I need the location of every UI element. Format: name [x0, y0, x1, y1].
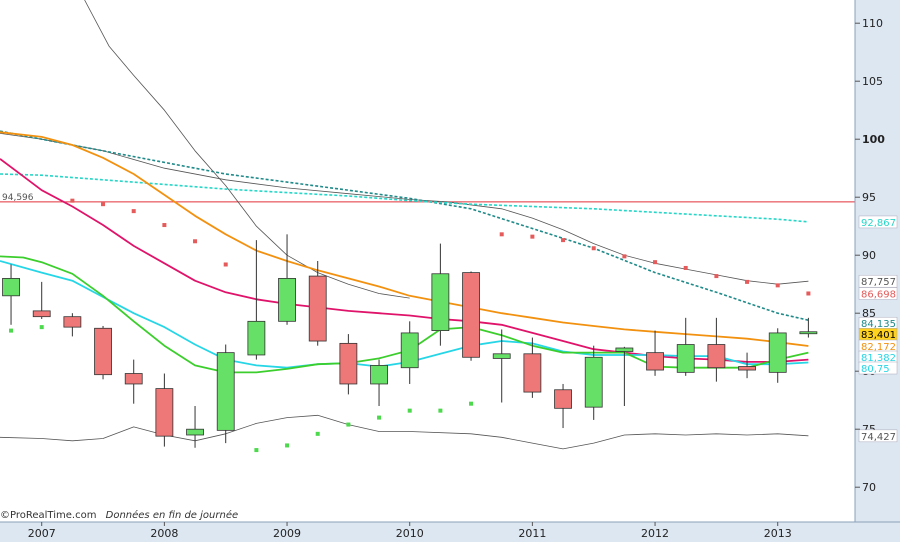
sar-point: [745, 279, 750, 284]
sar-point: [70, 198, 75, 203]
sar-point: [254, 448, 259, 453]
candle-body: [615, 347, 634, 352]
candle-body: [738, 366, 756, 371]
sar-point: [407, 408, 412, 413]
candle-body: [186, 428, 204, 436]
candle-body: [646, 352, 664, 371]
candle-body: [370, 364, 388, 385]
sar-point: [9, 328, 14, 333]
candle-body: [768, 332, 787, 373]
candle-body: [124, 373, 143, 385]
watermark-note: Données en fin de journée: [105, 510, 239, 521]
x-tick-label: 2011: [518, 527, 546, 540]
value-label: 83,401: [861, 330, 896, 341]
sar-point: [806, 291, 811, 296]
x-tick-label: 2007: [28, 527, 56, 540]
y-tick-label: 70: [862, 481, 876, 494]
candle-body: [2, 277, 20, 297]
sar-point: [346, 422, 351, 427]
candlestick-chart: 94,596 707580859095100105110 20072008200…: [0, 0, 900, 542]
sar-point: [499, 232, 504, 237]
reference-line-label: 94,596: [2, 193, 34, 203]
x-tick-label: 2012: [641, 527, 669, 540]
candle-body: [155, 388, 174, 437]
y-tick-label: 105: [862, 75, 883, 88]
x-tick-label: 2013: [764, 527, 792, 540]
candle-body: [462, 272, 480, 358]
sar-point: [315, 431, 320, 436]
chart-background: [0, 0, 900, 542]
candle-body: [278, 277, 296, 322]
candle-body: [676, 344, 695, 373]
candle-body: [400, 332, 419, 369]
sar-point: [193, 239, 198, 244]
sar-point: [561, 238, 566, 243]
candle-body: [431, 273, 450, 332]
candle-body: [247, 320, 266, 356]
candle-body: [707, 344, 726, 369]
sar-point: [591, 246, 596, 251]
y-tick-label: 100: [862, 133, 885, 146]
sar-point: [530, 234, 535, 239]
candle-body: [308, 275, 327, 342]
sar-point: [775, 283, 780, 288]
candle-body: [63, 316, 82, 328]
candle-body: [94, 327, 112, 376]
value-label: 74,427: [861, 432, 896, 443]
sar-point: [622, 254, 627, 259]
candle-body: [584, 356, 603, 408]
y-tick-label: 110: [862, 17, 883, 30]
x-tick-label: 2008: [150, 527, 178, 540]
sar-point: [653, 260, 658, 265]
x-tick-label: 2009: [273, 527, 301, 540]
sar-point: [714, 274, 719, 279]
sar-point: [285, 443, 290, 448]
candle-body: [554, 389, 572, 409]
value-label: 92,867: [861, 218, 896, 229]
value-label: 86,698: [861, 290, 896, 301]
value-label: 87,757: [861, 277, 896, 288]
sar-point: [377, 415, 382, 420]
candle-body: [216, 352, 235, 431]
sar-point: [101, 202, 106, 207]
sar-point: [683, 265, 688, 270]
sar-point: [131, 209, 136, 214]
value-label: 80,75: [861, 364, 890, 375]
sar-point: [438, 408, 443, 413]
candle-body: [32, 310, 51, 318]
sar-point: [223, 262, 228, 267]
x-tick-label: 2010: [396, 527, 424, 540]
sar-point: [39, 325, 44, 330]
y-tick-label: 90: [862, 249, 876, 262]
candle-body: [523, 353, 542, 393]
y-tick-label: 95: [862, 191, 876, 204]
watermark-source: ©ProRealTime.com: [0, 510, 97, 521]
candle-body: [339, 342, 358, 385]
watermark: ©ProRealTime.com Données en fin de journ…: [0, 510, 238, 521]
candle-body: [799, 331, 818, 335]
candle-body: [492, 353, 511, 359]
sar-point: [469, 401, 474, 406]
sar-point: [162, 223, 167, 228]
